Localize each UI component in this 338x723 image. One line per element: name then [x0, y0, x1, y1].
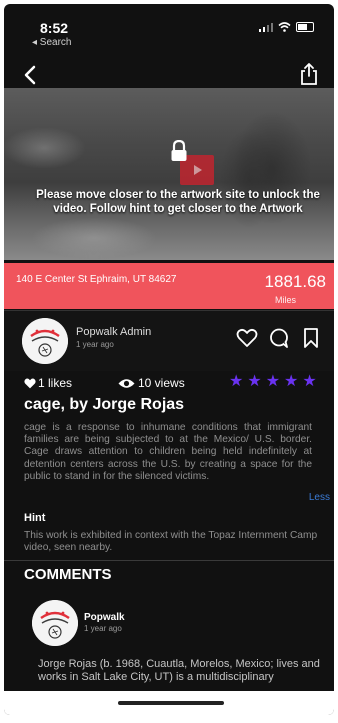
hint-heading: Hint	[24, 512, 46, 524]
comment-time-ago: 1 year ago	[84, 624, 122, 633]
bookmark-icon[interactable]	[300, 327, 322, 349]
status-bar: 8:52 ◂ Search	[4, 4, 334, 50]
author-time-ago: 1 year ago	[76, 340, 114, 349]
battery-icon	[296, 22, 314, 32]
status-icons	[259, 22, 314, 32]
star-icon: ★	[229, 373, 244, 390]
distance-value: 1881.68	[264, 272, 326, 291]
less-link[interactable]: Less	[309, 492, 330, 503]
eye-icon	[118, 378, 135, 388]
star-icon: ★	[284, 373, 299, 390]
location-bar: 140 E Center St Ephraim, UT 84627 1881.6…	[4, 263, 334, 309]
comment-username[interactable]: Popwalk	[84, 612, 125, 623]
star-rating[interactable]: ★ ★ ★ ★ ★	[229, 374, 317, 390]
stats-row: 1 likes 10 views ★ ★ ★ ★ ★	[4, 370, 334, 394]
popwalk-logo-icon	[22, 318, 68, 364]
app-screen: 8:52 ◂ Search Please move closer to the …	[4, 4, 334, 715]
address-text: 140 E Center St Ephraim, UT 84627	[16, 274, 177, 285]
home-indicator[interactable]	[118, 701, 224, 705]
action-buttons	[236, 327, 322, 349]
comments-heading: COMMENTS	[24, 566, 112, 583]
comment-avatar[interactable]	[32, 600, 78, 646]
artwork-description: cage is a response to inhumane condition…	[24, 422, 312, 482]
heart-filled-icon	[24, 378, 36, 388]
locked-video-preview	[4, 88, 334, 260]
like-heart-icon[interactable]	[236, 327, 258, 349]
section-divider	[4, 560, 334, 561]
views-label: 10 views	[138, 376, 185, 390]
lock-icon	[171, 140, 187, 161]
comment-bubble-icon[interactable]	[268, 327, 290, 349]
status-time: 8:52	[40, 20, 69, 36]
likes-label: 1 likes	[38, 376, 73, 390]
artwork-title: cage, by Jorge Rojas	[24, 396, 185, 413]
unlock-message: Please move closer to the artwork site t…	[36, 189, 320, 215]
author-row: Popwalk Admin 1 year ago	[4, 310, 334, 371]
likes-count: 1 likes	[24, 376, 72, 390]
views-count: 10 views	[118, 376, 185, 390]
distance-unit: Miles	[274, 295, 296, 305]
hint-text: This work is exhibited in context with t…	[24, 530, 318, 554]
star-icon: ★	[265, 373, 281, 390]
popwalk-logo-icon	[32, 600, 78, 646]
share-icon[interactable]	[298, 62, 320, 86]
wifi-icon	[278, 22, 291, 32]
comment-text: Jorge Rojas (b. 1968, Cuautla, Morelos, …	[38, 658, 320, 683]
back-to-app-link[interactable]: ◂ Search	[32, 37, 71, 48]
star-icon: ★	[302, 373, 317, 390]
home-bar-area	[4, 691, 334, 715]
author-avatar[interactable]	[22, 318, 68, 364]
star-icon: ★	[247, 373, 262, 390]
author-name[interactable]: Popwalk Admin	[76, 326, 151, 338]
signal-icon	[259, 22, 273, 32]
artwork-photo	[4, 88, 334, 260]
back-arrow-icon[interactable]	[20, 64, 42, 86]
